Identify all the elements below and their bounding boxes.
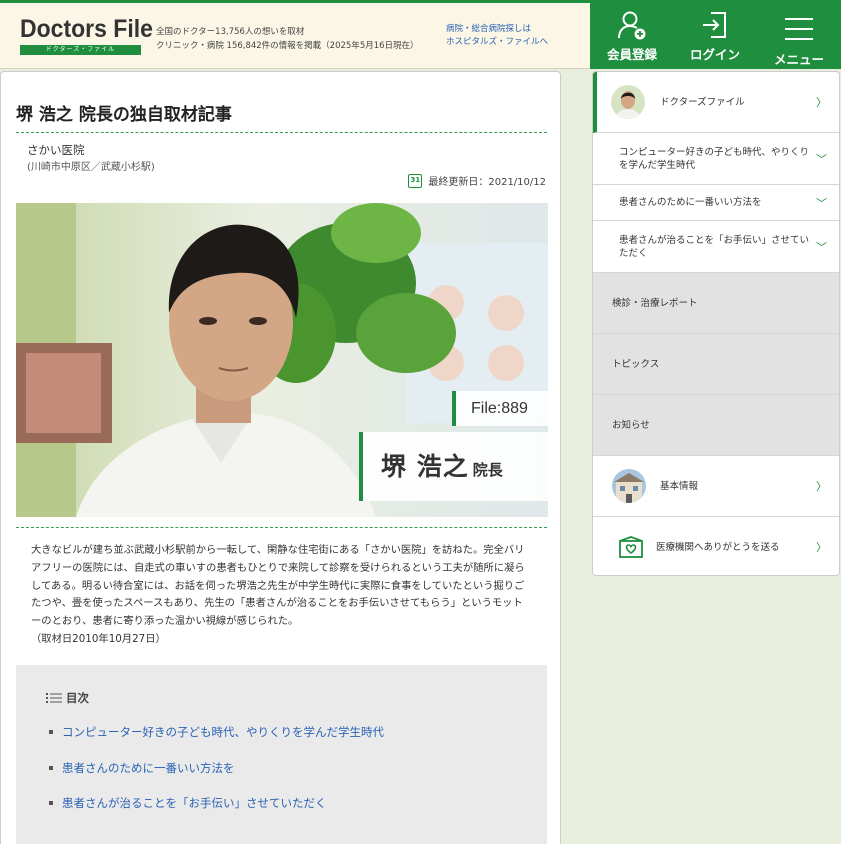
clinic-building-image: [612, 469, 646, 503]
register-button[interactable]: 会員登録: [598, 3, 666, 69]
title-divider: [16, 132, 547, 133]
sidebar-item-label: 基本情報: [660, 480, 699, 492]
chevron-down-icon: ﹀: [816, 196, 827, 210]
heart-mail-icon: [619, 536, 643, 558]
sidebar-item-basic-info[interactable]: 基本情報 〉: [593, 456, 839, 517]
logo-subtext: ドクターズ・ファイル: [20, 45, 141, 55]
sidebar-subitem[interactable]: 患者さんが治ることを「お手伝い」させていただく ﹀: [593, 221, 839, 273]
toc-heading-text: 目次: [66, 691, 89, 705]
clinic-building-thumb: [612, 469, 646, 503]
doctor-name-tag: 堺 浩之 院長: [359, 432, 548, 501]
sidebar-item-send-thanks[interactable]: 医療機関へありがとうを送る 〉: [593, 517, 839, 575]
toc-item-label: コンピューター好きの子ども時代、やりくりを学んだ学生時代: [62, 725, 384, 739]
menu-label: メニュー: [773, 52, 824, 67]
toc-item-label: 患者さんのために一番いい方法を: [62, 761, 235, 775]
doctor-role: 院長: [472, 461, 503, 479]
sidebar-item-label: 検診・治療レポート: [612, 297, 698, 309]
doctor-photo: File:889 堺 浩之 院長: [16, 203, 548, 517]
toc-item-label: 患者さんが治ることを「お手伝い」させていただく: [62, 796, 327, 810]
site-stats: 全国のドクター13,756人の想いを取材 クリニック・病院 156,842件の情…: [156, 25, 419, 53]
sidebar-subitem[interactable]: コンピューター好きの子ども時代、やりくりを学んだ学生時代 ﹀: [593, 133, 839, 185]
sidebar-item-label: 医療機関へありがとうを送る: [656, 541, 780, 553]
intro-text: 大きなビルが建ち並ぶ武蔵小杉駅前から一転して、閑静な住宅街にある「さかい医院」を…: [31, 544, 525, 628]
sidebar-item-topics[interactable]: トピックス: [593, 334, 839, 395]
article-intro: 大きなビルが建ち並ぶ武蔵小杉駅前から一転して、閑静な住宅街にある「さかい医院」を…: [31, 542, 531, 649]
toc-heading: 目次: [46, 690, 89, 706]
sidebar-subitem-label: コンピューター好きの子ども時代、やりくりを学んだ学生時代: [619, 146, 810, 171]
menu-icon: [785, 18, 813, 40]
login-button[interactable]: ログイン: [682, 3, 748, 69]
stats-clinics: クリニック・病院 156,842件の情報を掲載（2025年5月16日現在）: [156, 41, 419, 51]
sidebar-item-doctors-file[interactable]: ドクターズファイル 〉: [593, 72, 839, 133]
clinic-location: (川崎市中原区／武蔵小杉駅): [27, 162, 155, 173]
table-of-contents: 目次 コンピューター好きの子ども時代、やりくりを学んだ学生時代 患者さんのために…: [16, 665, 547, 844]
list-icon: [46, 693, 62, 703]
hospitals-link-line1: 病院・総合病院探しは: [446, 24, 532, 34]
chevron-down-icon: ﹀: [816, 240, 827, 254]
sidebar-item-label: お知らせ: [612, 419, 650, 431]
site-header: Doctors File ドクターズ・ファイル 全国のドクター13,756人の想…: [0, 3, 841, 69]
hospitals-file-link[interactable]: 病院・総合病院探しは ホスピタルズ・ファイルへ: [446, 23, 548, 49]
article-main: 堺 浩之 院長の独自取材記事 さかい医院 (川崎市中原区／武蔵小杉駅) 31 最…: [0, 71, 561, 844]
login-icon: [703, 12, 726, 38]
doctor-avatar: [611, 85, 645, 119]
sidebar-item-label: トピックス: [612, 358, 660, 370]
toc-item[interactable]: 患者さんが治ることを「お手伝い」させていただく: [49, 795, 327, 811]
interview-date: （取材日2010年10月27日）: [31, 632, 166, 645]
sidebar-item-report[interactable]: 検診・治療レポート: [593, 273, 839, 334]
header-nav: 会員登録 ログイン メニュー: [590, 3, 841, 69]
user-plus-icon: [618, 11, 646, 40]
sidebar-item-news[interactable]: お知らせ: [593, 395, 839, 456]
sidebar: ドクターズファイル 〉 コンピューター好きの子ども時代、やりくりを学んだ学生時代…: [592, 71, 840, 576]
toc-item[interactable]: コンピューター好きの子ども時代、やりくりを学んだ学生時代: [49, 724, 384, 740]
login-label: ログイン: [689, 47, 740, 62]
clinic-name[interactable]: さかい医院: [27, 142, 85, 158]
page-title: 堺 浩之 院長の独自取材記事: [16, 105, 232, 125]
stats-doctors: 全国のドクター13,756人の想いを取材: [156, 27, 305, 37]
register-label: 会員登録: [606, 47, 657, 62]
file-number-tag: File:889: [452, 391, 548, 426]
sidebar-item-label: ドクターズファイル: [660, 96, 745, 108]
last-updated-text: 最終更新日：2021/10/12: [428, 177, 546, 188]
hospitals-link-line2: ホスピタルズ・ファイルへ: [446, 37, 549, 47]
last-updated: 31 最終更新日：2021/10/12: [408, 173, 546, 188]
chevron-down-icon: ﹀: [816, 152, 827, 166]
sidebar-subitem-label: 患者さんが治ることを「お手伝い」させていただく: [619, 234, 810, 259]
menu-button[interactable]: メニュー: [766, 3, 832, 69]
site-logo[interactable]: Doctors File ドクターズ・ファイル: [20, 15, 153, 55]
sidebar-subitem[interactable]: 患者さんのために一番いい方法を ﹀: [593, 185, 839, 221]
sidebar-subitem-label: 患者さんのために一番いい方法を: [619, 197, 762, 208]
toc-item[interactable]: 患者さんのために一番いい方法を: [49, 760, 235, 776]
logo-text: Doctors File: [20, 15, 153, 43]
calendar-icon: 31: [408, 173, 423, 188]
doctor-name: 堺 浩之: [381, 452, 469, 481]
chevron-right-icon: 〉: [816, 541, 827, 554]
chevron-right-icon: 〉: [816, 480, 827, 493]
avatar-image: [611, 85, 645, 119]
chevron-right-icon: 〉: [816, 96, 827, 109]
photo-divider: [16, 527, 547, 528]
